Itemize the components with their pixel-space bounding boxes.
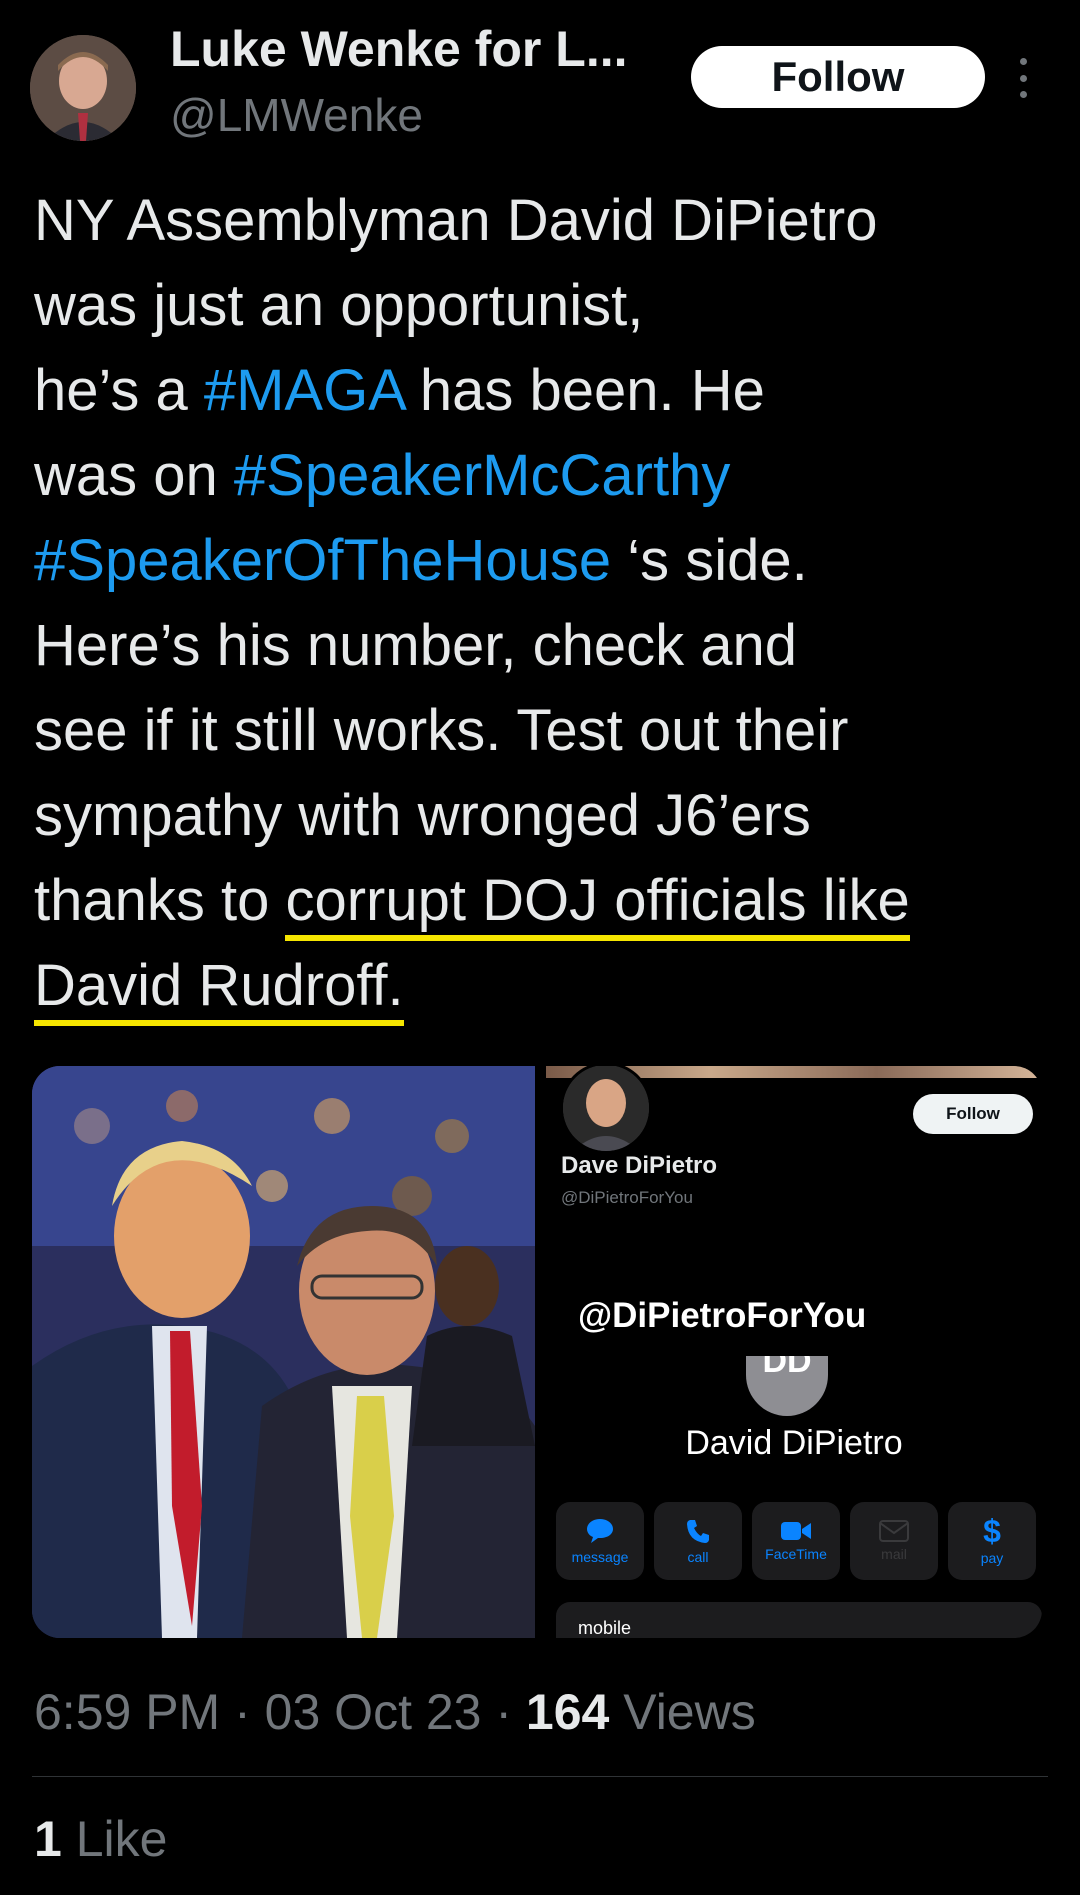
tweet-line: was just an opportunist, (34, 273, 644, 338)
tweet-line: he’s a #MAGA has been. He (34, 358, 765, 423)
mobile-field-label: mobile (578, 1618, 632, 1638)
pay-button[interactable]: $ pay (948, 1502, 1036, 1580)
contact-actions: message call FaceTime mail $ pay (556, 1502, 1042, 1580)
meta-separator: · (234, 1684, 265, 1740)
mail-button[interactable]: mail (850, 1502, 938, 1580)
facetime-button[interactable]: FaceTime (752, 1502, 840, 1580)
contact-name: David DiPietro (685, 1424, 903, 1462)
follow-button[interactable]: Follow (691, 46, 985, 108)
likes-label: Like (61, 1811, 168, 1867)
tweet-line: David Rudroff. (34, 943, 1064, 1028)
tweet-line: Here’s his number, check and (34, 613, 798, 678)
embedded-avatar-image (563, 1066, 649, 1151)
call-button[interactable]: call (654, 1502, 742, 1580)
tweet-line: NY Assemblyman David DiPietro (34, 188, 878, 253)
tweet-media[interactable]: Follow Dave DiPietro @DiPietroForYou DD … (32, 1066, 1042, 1638)
likes-count: 1 (34, 1811, 62, 1867)
embedded-profile-handle: @DiPietroForYou (561, 1188, 693, 1207)
highlighted-text: corrupt DOJ officials like (285, 868, 910, 941)
phone-icon (687, 1520, 709, 1543)
more-options-icon[interactable] (1016, 58, 1030, 98)
hashtag-maga[interactable]: #MAGA (204, 358, 404, 423)
contact-initials: DD (762, 1356, 812, 1380)
avatar-image (30, 35, 136, 141)
tweet-line: #SpeakerOfTheHouse ‘s side. (34, 528, 808, 593)
tweet-meta: 6:59 PM · 03 Oct 23 · 164 Views (34, 1683, 756, 1741)
tweet-line: was on #SpeakerMcCarthy (34, 443, 731, 508)
meta-separator: · (495, 1684, 526, 1740)
tweet-line: thanks to corrupt DOJ officials like (34, 858, 1064, 943)
highlighted-text: David Rudroff. (34, 953, 404, 1026)
embedded-avatar (560, 1066, 652, 1154)
hashtag-speaker-mccarthy[interactable]: #SpeakerMcCarthy (234, 443, 730, 508)
contact-avatar: DD (746, 1356, 828, 1416)
tweet-line: see if it still works. Test out their (34, 698, 849, 763)
video-icon (781, 1522, 811, 1540)
dollar-icon: $ (983, 1513, 1001, 1549)
overlay-handle: @DiPietroForYou (578, 1296, 867, 1335)
tweet-time[interactable]: 6:59 PM (34, 1684, 220, 1740)
hashtag-speaker-of-the-house[interactable]: #SpeakerOfTheHouse (34, 528, 611, 593)
author-avatar[interactable] (30, 35, 136, 141)
embedded-profile-name: Dave DiPietro (561, 1152, 718, 1179)
message-button[interactable]: message (556, 1502, 644, 1580)
views-count: 164 (525, 1684, 610, 1740)
author-name[interactable]: Luke Wenke for L... (170, 20, 628, 78)
likes-summary[interactable]: 1 Like (34, 1810, 167, 1868)
mobile-field[interactable]: mobile (556, 1602, 1042, 1638)
mail-icon (879, 1520, 909, 1542)
author-handle[interactable]: @LMWenke (170, 88, 423, 142)
views-label: Views (609, 1684, 756, 1740)
embedded-profile-screenshot[interactable]: Follow Dave DiPietro @DiPietroForYou DD … (546, 1066, 1042, 1638)
photo-two-men[interactable] (32, 1066, 535, 1638)
tweet-date[interactable]: 03 Oct 23 (265, 1684, 482, 1740)
tweet-line: sympathy with wronged J6’ers (34, 783, 811, 848)
embedded-follow-button[interactable]: Follow (913, 1094, 1033, 1134)
tweet-text: NY Assemblyman David DiPietro was just a… (34, 178, 1064, 1028)
photo-illustration (32, 1066, 535, 1638)
divider (32, 1776, 1048, 1777)
message-icon (587, 1519, 613, 1543)
